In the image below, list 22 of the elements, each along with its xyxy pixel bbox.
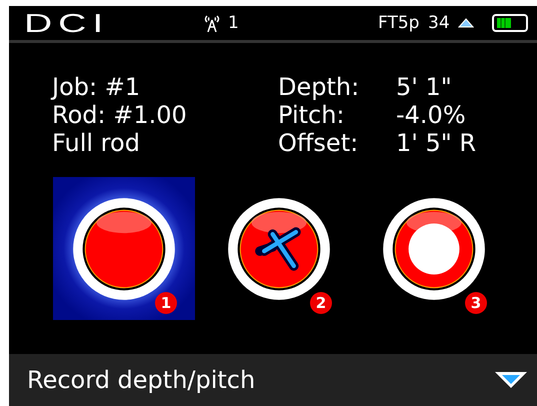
- info-text: Full rod: [52, 129, 141, 157]
- action-button[interactable]: 1: [53, 177, 195, 320]
- reading-label: Depth:: [278, 73, 360, 101]
- info-text: Rod: #1.00: [52, 101, 188, 129]
- info-text: Job: #1: [52, 73, 142, 101]
- reading-value: -4.0%: [396, 101, 466, 129]
- antenna-icon: [202, 14, 222, 32]
- up-arrow-icon: [458, 18, 474, 28]
- reading-value: 5' 1": [396, 73, 452, 101]
- reading-label: Offset:: [278, 129, 360, 157]
- reading-value: 1' 5" R: [396, 129, 476, 157]
- number-badge: 1: [155, 292, 177, 314]
- logo: DCI: [24, 8, 110, 38]
- footer-label: Record depth/pitch: [27, 366, 256, 394]
- frequency-label: FT5p: [378, 13, 420, 33]
- battery-icon: [492, 13, 530, 33]
- reading-label: Pitch:: [278, 101, 346, 129]
- count-value: 34: [428, 13, 451, 33]
- down-arrow-icon[interactable]: [493, 370, 529, 390]
- number-badge: 2: [310, 292, 332, 314]
- channel-number: 1: [228, 13, 240, 33]
- number-badge: 3: [465, 292, 487, 314]
